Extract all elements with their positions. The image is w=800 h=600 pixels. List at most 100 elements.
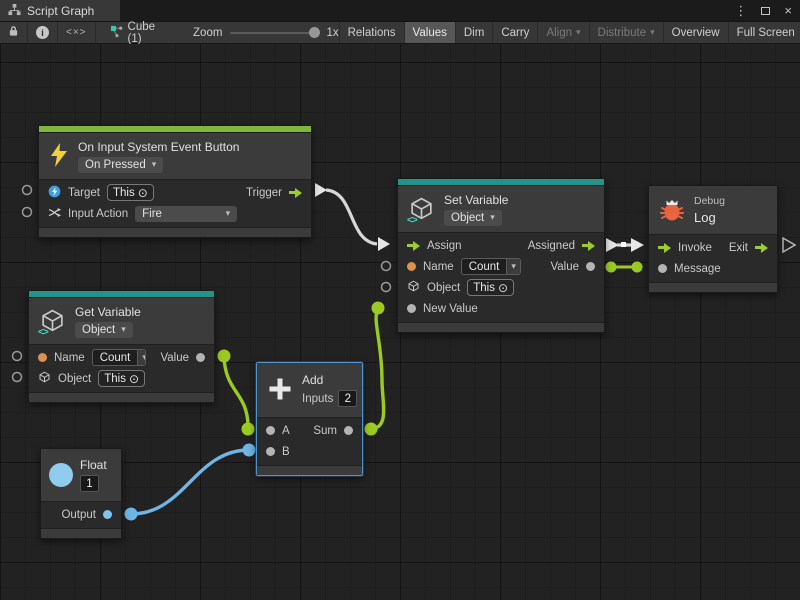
output-label: Output	[61, 509, 96, 521]
target-picker-icon: ⊙	[498, 281, 508, 295]
input-action-icon	[48, 206, 61, 222]
input-action-label: Input Action	[68, 208, 128, 220]
combo-caret-button[interactable]: ▾	[137, 350, 146, 365]
lock-button[interactable]	[0, 22, 28, 43]
name-combo[interactable]: Count ▾	[92, 349, 147, 366]
new-value-port[interactable]	[407, 304, 416, 313]
target-this-chip[interactable]: This ⊙	[107, 184, 154, 201]
value-label: Value	[550, 261, 579, 273]
zoom-slider-handle[interactable]	[309, 27, 320, 38]
full-screen-button[interactable]: Full Screen	[728, 22, 800, 43]
node-category: Debug	[694, 195, 725, 207]
port-row-target: Target This ⊙ Trigger	[39, 182, 311, 203]
caret-down-icon: ▾	[576, 28, 581, 37]
carry-button[interactable]: Carry	[492, 22, 537, 43]
float-value-field[interactable]: 1	[80, 475, 99, 492]
invoke-flow-port[interactable]	[658, 243, 671, 253]
target-picker-icon: ⊙	[129, 372, 139, 386]
caret-down-icon: ▾	[142, 353, 146, 362]
a-port[interactable]	[266, 426, 275, 435]
port-row-message: Message	[649, 258, 777, 279]
b-port[interactable]	[266, 447, 275, 456]
caret-down-icon: ▾	[650, 28, 655, 37]
node-header: <> Set Variable Object ▾	[398, 186, 604, 232]
graph-hierarchy-icon	[8, 3, 21, 19]
output-port[interactable]	[103, 510, 112, 519]
node-add[interactable]: Add Inputs 2 A Sum B	[256, 362, 363, 476]
distribute-button[interactable]: Distribute▾	[589, 22, 663, 43]
values-button[interactable]: Values	[404, 22, 455, 43]
maximize-icon[interactable]	[761, 7, 770, 15]
node-header: Add Inputs 2	[257, 363, 362, 417]
node-title: Float	[80, 458, 107, 472]
node-set-variable[interactable]: <> Set Variable Object ▾ Assign Assigned…	[397, 178, 605, 333]
name-port[interactable]	[407, 262, 416, 271]
trigger-label: Trigger	[246, 187, 282, 199]
graph-node-icon	[110, 25, 123, 41]
node-title: On Input System Event Button	[78, 140, 239, 154]
variable-cube-icon: <>	[408, 196, 435, 223]
object-this-chip[interactable]: This ⊙	[98, 370, 145, 387]
object-label: Object	[427, 282, 460, 294]
sum-port[interactable]	[344, 426, 353, 435]
menu-icon[interactable]: ⋮	[734, 3, 747, 19]
node-body: Assign Assigned Name Count ▾ Value	[398, 232, 604, 322]
node-title: Log	[694, 210, 716, 225]
inputs-count-field[interactable]: 2	[338, 390, 357, 407]
value-port[interactable]	[196, 353, 205, 362]
invoke-label: Invoke	[678, 242, 712, 254]
new-value-label: New Value	[423, 303, 478, 315]
name-label: Name	[423, 261, 454, 273]
variable-kind-dropdown[interactable]: Object ▾	[444, 210, 502, 226]
node-footer	[41, 528, 121, 538]
assigned-flow-port[interactable]	[582, 241, 595, 251]
node-header: <> Get Variable Object ▾	[29, 298, 214, 344]
node-body: Name Count ▾ Value Object This ⊙	[29, 344, 214, 392]
event-mode-dropdown[interactable]: On Pressed ▾	[78, 157, 163, 173]
node-header: On Input System Event Button On Pressed …	[39, 133, 311, 179]
value-port[interactable]	[586, 262, 595, 271]
node-float[interactable]: Float 1 Output	[40, 448, 122, 539]
node-on-input-system-event-button[interactable]: On Input System Event Button On Pressed …	[38, 125, 312, 238]
message-port[interactable]	[658, 264, 667, 273]
input-action-dropdown[interactable]: Fire ▾	[135, 206, 237, 222]
node-get-variable[interactable]: <> Get Variable Object ▾ Name Count ▾ Va…	[28, 290, 215, 403]
node-body: A Sum B	[257, 417, 362, 465]
exit-flow-port[interactable]	[755, 243, 768, 253]
node-body: Target This ⊙ Trigger Input Action Fire …	[39, 179, 311, 227]
port-row-a-sum: A Sum	[257, 420, 362, 441]
node-title: Get Variable	[75, 305, 141, 319]
object-this-chip[interactable]: This ⊙	[467, 279, 514, 296]
close-icon[interactable]: ×	[784, 3, 792, 18]
variable-colorbar	[398, 179, 604, 186]
exit-label: Exit	[729, 242, 748, 254]
align-button[interactable]: Align▾	[537, 22, 588, 43]
caret-down-icon: ▾	[511, 262, 516, 271]
dim-button[interactable]: Dim	[455, 22, 492, 43]
object-cube-icon	[407, 280, 420, 296]
code-button[interactable]: <×>	[58, 22, 96, 43]
info-button[interactable]: i	[28, 22, 58, 43]
name-port[interactable]	[38, 353, 47, 362]
variable-kind-dropdown[interactable]: Object ▾	[75, 322, 133, 338]
tab-strip: Script Graph ⋮ ×	[0, 0, 800, 22]
name-combo[interactable]: Count ▾	[461, 258, 521, 275]
trigger-flow-port[interactable]	[289, 188, 302, 198]
lightning-bolt-icon	[49, 142, 69, 171]
node-debug-log[interactable]: Debug Log Invoke Exit Message	[648, 185, 778, 293]
port-row-assign: Assign Assigned	[398, 235, 604, 256]
relations-button[interactable]: Relations	[339, 22, 404, 43]
port-row-input-action: Input Action Fire ▾	[39, 203, 311, 224]
node-footer	[649, 282, 777, 292]
graph-breadcrumb[interactable]: Cube (1)	[100, 22, 166, 43]
port-row-name: Name Count ▾ Value	[398, 256, 604, 277]
value-label: Value	[160, 352, 189, 364]
toolbar-buttons: Relations Values Dim Carry Align▾ Distri…	[339, 22, 800, 43]
variable-brackets-icon: <>	[38, 327, 48, 338]
assign-flow-port[interactable]	[407, 241, 420, 251]
tab-script-graph[interactable]: Script Graph	[0, 0, 120, 21]
combo-caret-button[interactable]: ▾	[506, 259, 520, 274]
zoom-slider[interactable]	[230, 32, 318, 34]
overview-button[interactable]: Overview	[663, 22, 728, 43]
port-row-b: B	[257, 441, 362, 462]
